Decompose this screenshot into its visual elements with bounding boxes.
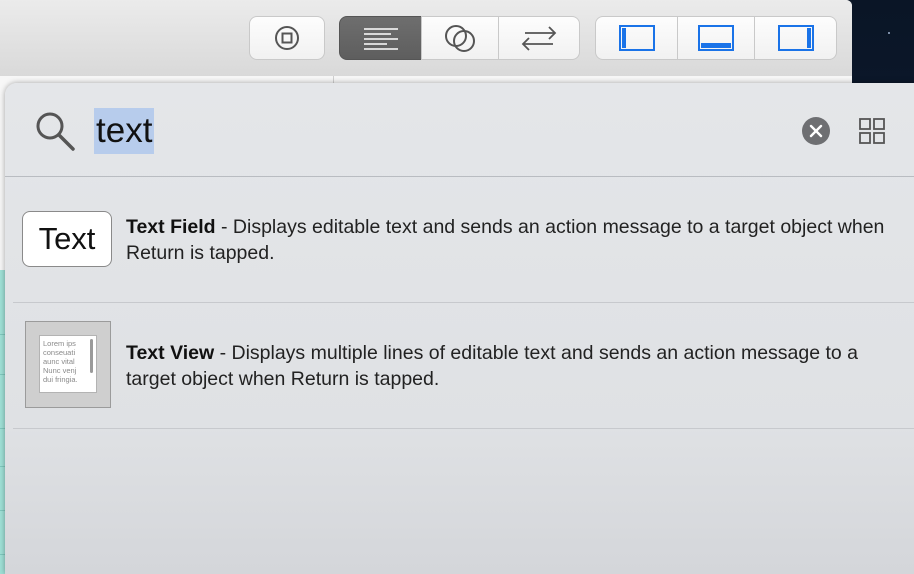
preview-line: dui fringia. — [43, 375, 78, 384]
text-field-thumbnail: Text — [22, 211, 112, 267]
venn-circles-icon — [445, 25, 475, 52]
result-text: Displays editable text and sends an acti… — [126, 216, 885, 264]
clear-icon — [809, 124, 823, 138]
result-description: Text Field - Displays editable text and … — [126, 214, 886, 266]
library-search-bar: text — [5, 83, 914, 177]
result-separator: - — [215, 216, 233, 238]
result-separator: - — [214, 342, 232, 364]
text-view-preview: Lorem ips conseuati aunc vital Nunc venj… — [39, 335, 97, 393]
swap-arrows-icon — [521, 26, 557, 51]
result-description: Text View - Displays multiple lines of e… — [126, 340, 886, 392]
stop-button[interactable] — [249, 16, 325, 60]
window-toolbar — [0, 0, 852, 77]
result-item-text-view[interactable]: Lorem ips conseuati aunc vital Nunc venj… — [13, 303, 914, 429]
inspector-toggle-button[interactable] — [754, 16, 837, 60]
navigator-toggle-button[interactable] — [595, 16, 678, 60]
star — [888, 32, 890, 34]
grid-icon[interactable] — [858, 117, 886, 145]
preview-line: Lorem ips — [43, 339, 76, 348]
object-library-popover: text Text Text Field - Displays editable… — [5, 83, 914, 574]
result-item-text-field[interactable]: Text Text Field - Displays editable text… — [13, 177, 914, 303]
assistant-editor-button[interactable] — [421, 16, 499, 60]
search-input[interactable]: text — [94, 108, 155, 154]
preview-line: conseuati — [43, 348, 76, 357]
result-title: Text View — [126, 342, 215, 364]
stop-icon — [275, 26, 299, 50]
preview-scroll-indicator — [90, 339, 93, 373]
result-text: Displays multiple lines of editable text… — [126, 342, 859, 390]
version-editor-button[interactable] — [498, 16, 580, 60]
result-title: Text Field — [126, 216, 216, 238]
magnifier-icon — [36, 112, 75, 151]
text-view-thumbnail: Lorem ips conseuati aunc vital Nunc venj… — [25, 321, 111, 408]
preview-line: Nunc venj — [43, 366, 77, 375]
preview-line: aunc vital — [43, 357, 75, 366]
right-panel-icon — [777, 25, 814, 51]
left-panel-icon — [618, 25, 655, 51]
debug-area-toggle-button[interactable] — [677, 16, 755, 60]
standard-editor-button[interactable] — [339, 16, 422, 60]
bottom-panel-icon — [698, 25, 734, 51]
align-left-icon — [363, 28, 398, 50]
clear-search-button[interactable] — [802, 117, 830, 145]
